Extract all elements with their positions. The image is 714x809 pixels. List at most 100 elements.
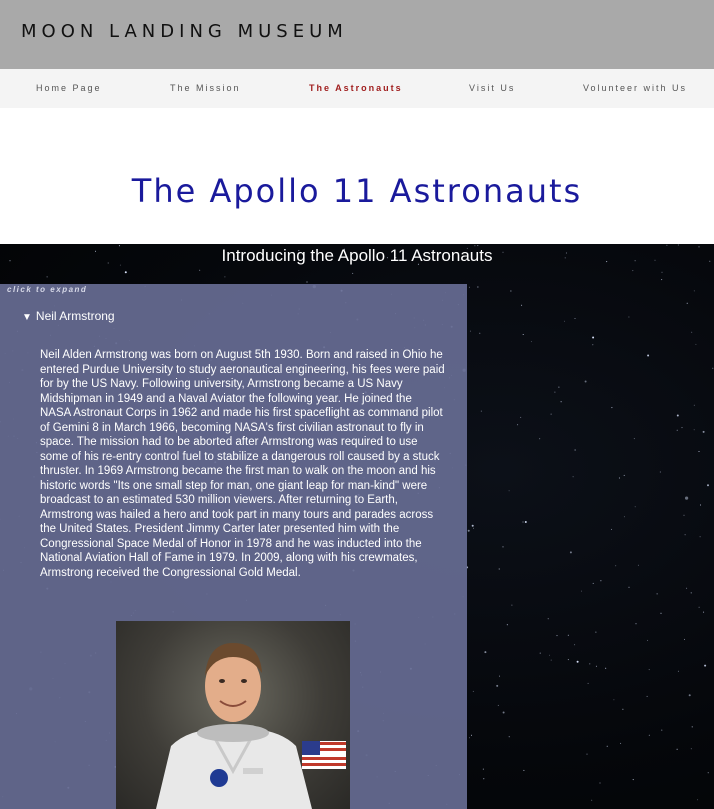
star: [508, 490, 510, 492]
expand-hint: click to expand: [7, 285, 88, 294]
star: [688, 694, 691, 697]
nav-item-visit-us[interactable]: Visit Us: [469, 83, 515, 93]
star: [632, 270, 634, 272]
star: [520, 416, 522, 418]
star: [591, 799, 593, 801]
main-nav: Home Page The Mission The Astronauts Vis…: [0, 69, 714, 108]
star: [633, 438, 635, 440]
star: [576, 660, 579, 663]
site-title[interactable]: MOON LANDING MUSEUM: [21, 21, 348, 42]
star: [693, 290, 695, 292]
star: [539, 652, 541, 654]
star: [574, 318, 576, 319]
star: [683, 514, 685, 516]
star: [648, 734, 650, 736]
star: [676, 748, 678, 750]
star: [574, 449, 576, 451]
star: [622, 708, 624, 710]
nav-item-the-mission[interactable]: The Mission: [170, 83, 241, 93]
star: [554, 391, 556, 393]
star: [306, 281, 308, 283]
star: [498, 568, 500, 570]
star: [686, 587, 688, 589]
star: [581, 590, 582, 592]
page-title: The Apollo 11 Astronauts: [131, 172, 583, 210]
star: [660, 612, 662, 614]
star: [637, 564, 639, 566]
star: [584, 380, 587, 383]
star: [521, 304, 523, 306]
star: [469, 737, 470, 739]
star: [468, 286, 470, 288]
nav-item-home-page[interactable]: Home Page: [36, 83, 102, 93]
star: [693, 404, 695, 406]
star: [502, 546, 504, 548]
triangle-down-icon: ▼: [22, 312, 32, 323]
star: [648, 669, 650, 671]
star: [592, 582, 594, 584]
star: [506, 624, 508, 626]
star: [539, 438, 541, 440]
star: [712, 367, 714, 369]
star: [549, 654, 550, 656]
star: [659, 471, 661, 473]
star: [676, 414, 679, 417]
astronaut-bio: Neil Alden Armstrong was born on August …: [40, 349, 445, 579]
star: [605, 667, 607, 669]
star: [483, 778, 485, 780]
star: [661, 279, 663, 281]
star: [684, 534, 686, 536]
star: [550, 659, 552, 661]
star: [560, 401, 562, 403]
star: [661, 729, 663, 731]
accordion-toggle-neil-armstrong[interactable]: ▼ Neil Armstrong: [22, 309, 115, 323]
star: [199, 269, 201, 271]
star: [480, 410, 482, 412]
star: [499, 675, 500, 677]
star: [698, 606, 700, 608]
star: [574, 644, 576, 646]
star: [700, 504, 701, 506]
star: [124, 271, 127, 274]
nav-item-the-astronauts[interactable]: The Astronauts: [309, 83, 403, 93]
star: [677, 670, 679, 672]
star: [558, 386, 560, 388]
astronaut-portrait: [116, 621, 350, 809]
star: [567, 634, 569, 636]
star: [695, 343, 697, 345]
star: [524, 521, 527, 523]
star: [547, 618, 549, 620]
star: [647, 354, 650, 357]
star: [496, 684, 499, 687]
star: [586, 753, 588, 755]
nav-item-volunteer-with-us[interactable]: Volunteer with Us: [583, 83, 687, 93]
star: [352, 272, 354, 274]
star: [224, 276, 226, 278]
star: [600, 580, 602, 582]
star: [707, 772, 709, 774]
star: [690, 748, 692, 750]
star: [599, 782, 601, 784]
star: [646, 695, 648, 697]
star: [698, 451, 700, 452]
star: [564, 320, 565, 322]
star: [587, 682, 589, 684]
star: [592, 344, 594, 346]
star: [511, 604, 513, 606]
star: [592, 336, 595, 339]
star: [703, 611, 705, 613]
star: [697, 799, 699, 801]
star: [530, 341, 532, 343]
star: [589, 663, 591, 665]
star: [471, 524, 474, 527]
star: [628, 316, 630, 318]
star: [569, 551, 572, 554]
star: [502, 711, 505, 714]
star: [510, 290, 512, 292]
star: [620, 742, 622, 744]
star: [472, 690, 474, 692]
star: [611, 528, 612, 530]
star: [661, 271, 663, 273]
star: [623, 516, 625, 518]
star: [623, 474, 625, 476]
